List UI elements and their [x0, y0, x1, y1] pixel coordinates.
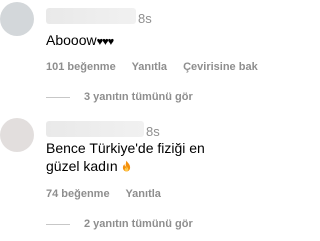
comment-actions: 74 beğenme Yanıtla	[46, 188, 174, 200]
comment-text: Abooow♥♥♥	[46, 31, 115, 51]
view-replies-label: 2 yanıtın tümünü gör	[84, 218, 193, 230]
username-blurred[interactable]	[46, 121, 144, 137]
see-translation-button[interactable]: Çevirisine bak	[183, 61, 258, 73]
username-blurred[interactable]	[46, 8, 136, 24]
view-replies-button[interactable]: 3 yanıtın tümünü gör	[46, 91, 193, 103]
comment-actions: 101 beğenme Yanıtla Çevirisine bak	[46, 61, 271, 73]
heart-emoji-icons: ♥♥♥	[96, 36, 115, 48]
reply-button[interactable]: Yanıtla	[132, 61, 167, 73]
comment-timestamp: 8s	[138, 11, 152, 26]
likes-count-button[interactable]: 101 beğenme	[46, 61, 116, 73]
replies-divider-line	[46, 223, 70, 225]
replies-divider-line	[46, 96, 70, 98]
reply-button[interactable]: Yanıtla	[125, 188, 160, 200]
view-replies-label: 3 yanıtın tümünü gör	[84, 91, 193, 103]
fire-icon	[122, 160, 130, 172]
likes-count-button[interactable]: 74 beğenme	[46, 188, 110, 200]
comment-text: Bence Türkiye'de fiziği en güzel kadın	[46, 139, 236, 175]
comment-text-body: Abooow	[46, 32, 97, 48]
view-replies-button[interactable]: 2 yanıtın tümünü gör	[46, 218, 193, 230]
avatar[interactable]	[0, 118, 34, 152]
comment-timestamp: 8s	[146, 124, 160, 139]
avatar[interactable]	[0, 2, 34, 36]
